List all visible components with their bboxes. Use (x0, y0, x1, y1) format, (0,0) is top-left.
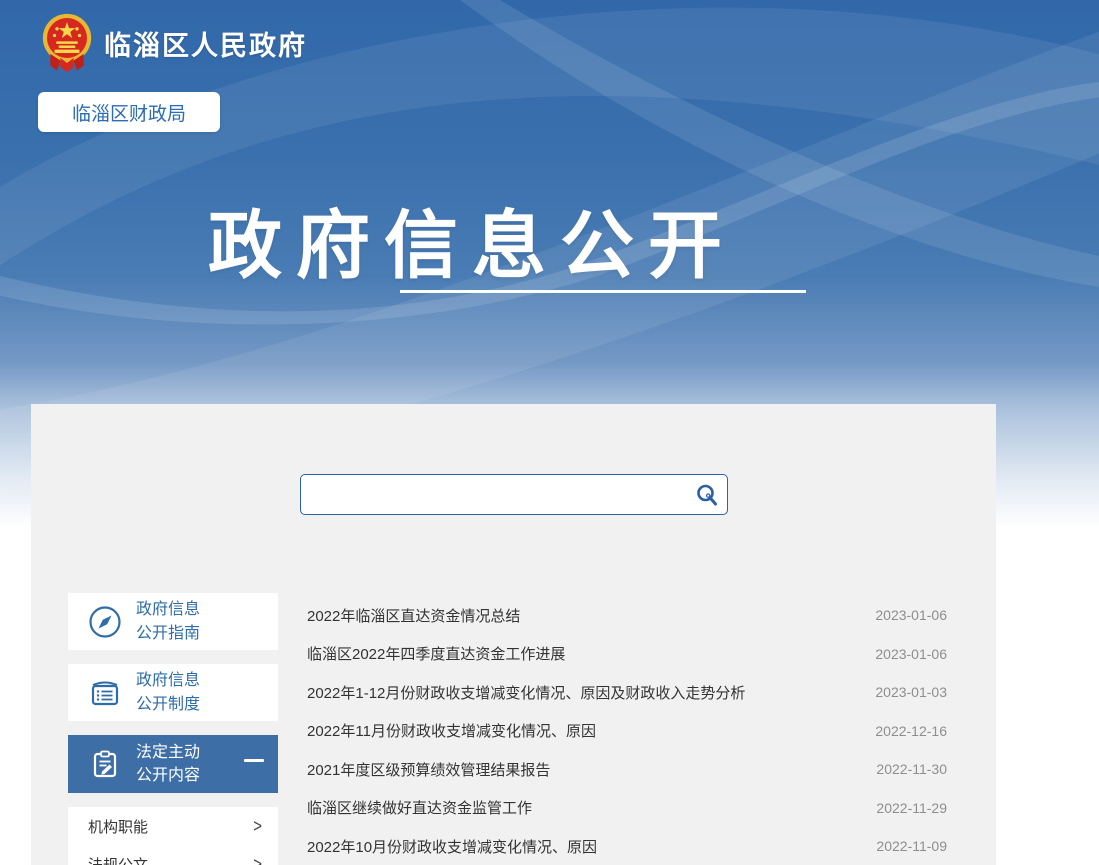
search-icon (695, 483, 719, 507)
rules-book-icon (88, 676, 122, 710)
content-panel: 政府信息 公开指南 政府信息 公开制度 (31, 404, 996, 865)
submenu-item[interactable]: 法规公文 > (68, 845, 278, 865)
sidebar-item-rules[interactable]: 政府信息 公开制度 (68, 664, 278, 721)
site-name: 临淄区人民政府 (104, 24, 307, 63)
article-title[interactable]: 2022年10月份财政收支增减变化情况、原因 (307, 836, 597, 857)
list-item[interactable]: 2022年临淄区直达资金情况总结 2023-01-06 (307, 596, 947, 635)
search-input[interactable] (301, 475, 687, 514)
sidebar-item-label: 政府信息 公开指南 (136, 598, 200, 644)
department-badge-button[interactable]: 临淄区财政局 (38, 92, 220, 132)
sidebar-submenu: 机构职能 > 法规公文 > (68, 807, 278, 865)
list-item[interactable]: 临淄区2022年四季度直达资金工作进展 2023-01-06 (307, 635, 947, 674)
compass-icon (88, 605, 122, 639)
sidebar-item-guide[interactable]: 政府信息 公开指南 (68, 593, 278, 650)
article-title[interactable]: 2021年度区级预算绩效管理结果报告 (307, 759, 550, 780)
article-date: 2022-11-30 (876, 761, 947, 777)
article-date: 2023-01-06 (875, 646, 947, 662)
submenu-item-label: 法规公文 (88, 854, 148, 865)
sidebar-nav: 政府信息 公开指南 政府信息 公开制度 (68, 593, 278, 865)
article-list: 2022年临淄区直达资金情况总结 2023-01-06 临淄区2022年四季度直… (307, 596, 947, 865)
list-item[interactable]: 2022年11月份财政收支增减变化情况、原因 2022-12-16 (307, 712, 947, 751)
article-date: 2023-01-03 (875, 684, 947, 700)
article-date: 2022-11-29 (876, 800, 947, 816)
sidebar-item-statutory-disclosure[interactable]: 法定主动 公开内容 (68, 735, 278, 793)
submenu-item[interactable]: 机构职能 > (68, 807, 278, 845)
list-item[interactable]: 2022年1-12月份财政收支增减变化情况、原因及财政收入走势分析 2023-0… (307, 673, 947, 712)
list-item[interactable]: 2021年度区级预算绩效管理结果报告 2022-11-30 (307, 750, 947, 789)
submenu-item-label: 机构职能 (88, 816, 148, 837)
list-item[interactable]: 2022年10月份财政收支增减变化情况、原因 2022-11-09 (307, 827, 947, 865)
sidebar-item-label: 法定主动 公开内容 (136, 741, 200, 787)
article-title[interactable]: 临淄区2022年四季度直达资金工作进展 (307, 643, 565, 664)
sidebar-item-label: 政府信息 公开制度 (136, 669, 200, 715)
search-button[interactable] (687, 475, 727, 514)
national-emblem-icon (42, 10, 92, 76)
article-title[interactable]: 临淄区继续做好直达资金监管工作 (307, 797, 532, 818)
page-title-underline (400, 290, 806, 293)
article-date: 2022-12-16 (875, 723, 947, 739)
chevron-right-icon: > (253, 816, 262, 836)
list-item[interactable]: 临淄区继续做好直达资金监管工作 2022-11-29 (307, 789, 947, 828)
header-brand: 临淄区人民政府 (42, 10, 307, 76)
collapse-minus-icon[interactable] (244, 759, 264, 762)
article-title[interactable]: 2022年临淄区直达资金情况总结 (307, 605, 520, 626)
chevron-right-icon: > (253, 854, 262, 865)
article-title[interactable]: 2022年1-12月份财政收支增减变化情况、原因及财政收入走势分析 (307, 682, 745, 703)
search-box (300, 474, 728, 515)
article-date: 2022-11-09 (876, 838, 947, 854)
page-title: 政府信息公开 (208, 186, 736, 293)
clipboard-pencil-icon (88, 747, 122, 781)
article-title[interactable]: 2022年11月份财政收支增减变化情况、原因 (307, 720, 596, 741)
article-date: 2023-01-06 (875, 607, 947, 623)
